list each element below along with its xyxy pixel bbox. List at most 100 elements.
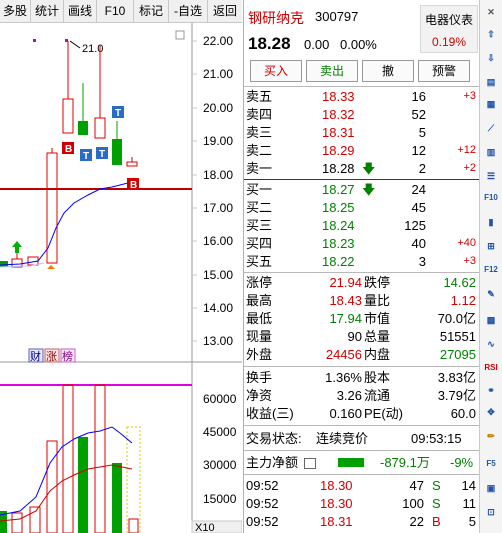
net-flow-box [304,458,316,469]
expand-icon[interactable]: ⊡ [483,504,499,520]
ask-row-3: 卖三 18.31 5 [246,125,426,140]
ask-row-2: 卖二 18.29 12 +12 [246,143,476,158]
volume-bar [112,463,122,533]
stat2-row: 收益(三) 0.160 PE(动) 60.0 [246,406,476,421]
toolbar-multi-stock[interactable]: 多股 [0,0,31,22]
bar-chart-icon[interactable]: ▮ [483,214,499,230]
badge-label: T [115,108,121,119]
price-tick: 18.00 [203,168,233,182]
ask-row-1: 卖一 18.28 🡇 2 +2 [246,161,476,176]
grid-icon[interactable]: ▦ [483,96,499,112]
ask-label: 卖五 [246,89,273,104]
svg-text:涨: 涨 [46,350,57,363]
price-tick: 15.00 [203,268,233,282]
trade-status: 连续竞价 [316,431,369,446]
move-icon[interactable]: ✥ [483,404,499,420]
buy-button[interactable]: 买入 [250,60,302,82]
down-arrow-icon: 🡇 [362,182,376,197]
candle [78,121,88,135]
f10-icon[interactable]: F10 [483,190,499,206]
sector-name: 电器仪表 [424,13,473,27]
toolbar-watchlist[interactable]: -自选 [169,0,208,22]
stock-name[interactable]: 钢研纳克 [248,8,304,28]
down-arrow-icon: 🡇 [362,161,376,176]
stat-row: 现量 90 总量 51551 [246,329,476,344]
net-flow-pct: -9% [450,455,474,470]
toolbar-mark[interactable]: 标记 [134,0,169,22]
quote-panel: 钢研纳克 300797 电器仪表 0.19% 18.28 0.00 0.00% … [243,0,480,533]
stat-row: 外盘 24456 内盘 27095 [246,347,476,362]
cancel-order-button[interactable]: 撤 [362,60,414,82]
stat-row: 最高 18.43 量比 1.12 [246,293,476,308]
sector-box[interactable]: 电器仪表 0.19% [420,5,478,53]
badge-label: T [99,149,105,160]
candle [112,139,122,165]
svg-text:财: 财 [30,349,41,363]
close-icon[interactable]: ✕ [483,4,499,20]
price-tick: 19.00 [203,134,233,148]
price-change-pct: 0.00% [340,37,377,52]
f12-icon[interactable]: F12 [483,262,499,278]
price-tick: 16.00 [203,234,233,248]
bid-row-1: 买一 18.27 🡇 24 [246,182,426,197]
wave-icon[interactable]: ∿ [483,336,499,352]
volume-tick: 45000 [203,425,237,439]
alert-button[interactable]: 预警 [418,60,470,82]
volume-unit: X10 [195,522,215,533]
stat2-row: 净资 3.26 流通 3.79亿 [246,388,476,403]
svg-text:榜: 榜 [62,349,73,363]
volume-tick: 60000 [203,392,237,406]
tick-row: 09:52 18.31 22 B 5 [246,514,476,529]
price-change: 0.00 [304,37,330,52]
trade-status-label: 交易状态: [246,431,302,446]
stat2-row: 换手 1.36% 股本 3.83亿 [246,370,476,385]
bid-row-2: 买二 18.25 45 [246,200,426,215]
last-price: 18.28 [248,34,291,53]
bid-row-5: 买五 18.22 3 +3 [246,254,476,269]
price-tick: 17.00 [203,201,233,215]
sell-button[interactable]: 卖出 [306,60,358,82]
f5-icon[interactable]: F5 [483,456,499,472]
note-icon[interactable]: ✎ [483,286,499,302]
toolbar-back[interactable]: 返回 [208,0,242,22]
sector-change: 0.19% [431,35,467,49]
ask-row-4: 卖四 18.32 52 [246,107,426,122]
price-tick: 14.00 [203,301,233,315]
ask-delta: +3 [463,90,476,102]
rsi-icon[interactable]: RSI [483,360,499,376]
ask-price: 18.33 [322,89,355,104]
bid-row-3: 买三 18.24 125 [246,218,426,233]
candle [0,261,8,267]
pencil-icon[interactable]: ✏ [483,428,499,444]
compare-icon[interactable]: ⊞ [483,238,499,254]
calendar-icon[interactable]: ▩ [483,312,499,328]
net-flow-row[interactable]: 主力净额 -879.1万 -9% [244,454,480,471]
layers-icon[interactable]: ▣ [483,480,499,496]
link-icon[interactable]: ⚭ [483,382,499,398]
volume-tick: 15000 [203,492,237,506]
stock-code: 300797 [315,9,359,24]
trade-status-row: 交易状态: 连续竞价 09:53:15 [244,430,480,447]
page-icon[interactable]: ▤ [483,74,499,90]
toolbar-statistics[interactable]: 统计 [31,0,64,22]
price-tick: 22.00 [203,34,233,48]
net-flow-label: 主力净额 [246,455,299,470]
list-icon[interactable]: ☰ [483,168,499,184]
chart-toolbar: 多股 统计 画线 F10 标记 -自选 返回 [0,0,242,23]
stat-row: 最低 17.94 市值 70.0亿 [246,311,476,326]
marker-dot [33,39,36,42]
arrow-up-icon[interactable]: ⇧ [483,26,499,42]
price-tick: 20.00 [203,101,233,115]
toolbar-draw-line[interactable]: 画线 [64,0,97,22]
kline-icon[interactable]: ▥ [483,144,499,160]
line-chart-icon[interactable]: ⟋ [483,120,499,136]
ask-row-5: 卖五 18.33 16 +3 [244,88,480,105]
badge-label: T [83,151,89,162]
volume-tick: 30000 [203,458,237,472]
arrow-down-icon[interactable]: ⇩ [483,50,499,66]
right-tool-bar: ✕ ⇧ ⇩ ▤ ▦ ⟋ ▥ ☰ F10 ▮ ⊞ F12 ✎ ▩ ∿ RSI ⚭ … [479,0,502,533]
net-flow-value: -879.1万 [380,455,430,470]
price-tick: 13.00 [203,334,233,348]
kline-chart[interactable]: 21.0 22.00 21.00 20.00 19.00 18.00 17.00… [0,23,242,533]
toolbar-f10[interactable]: F10 [97,0,134,22]
